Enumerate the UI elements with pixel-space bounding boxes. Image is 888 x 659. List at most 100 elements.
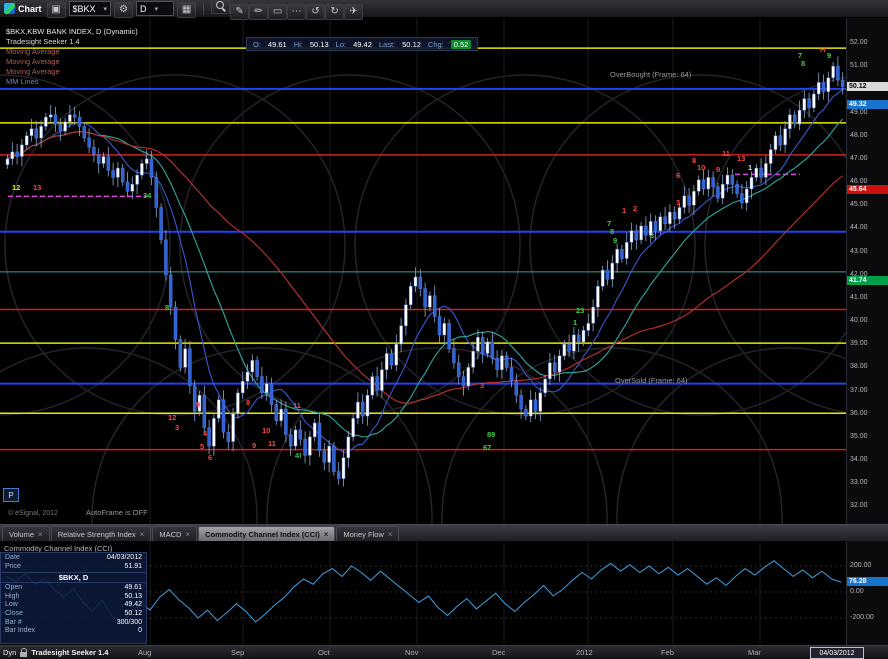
quote-label: Hi:: [293, 39, 303, 49]
toolbar-group-b: ⚙: [114, 0, 134, 18]
tab-label: Relative Strength Index: [57, 529, 136, 539]
main-chart[interactable]: 12 133481239456891011114!389671237891 2336…: [0, 18, 846, 524]
toolbar: Chart ▣ $BKX ▾ ⚙ D ▾ ▦ ✎ ✏ ▭ ⋯ ↺ ↻ ✈: [0, 0, 888, 20]
legend-item: Moving Average: [6, 47, 60, 56]
price-badge: 45.64: [847, 185, 888, 195]
data-window-row: Close 50.12: [5, 609, 142, 617]
quote-bar: O: 49.61 Hi: 50.13 Lo: 49.42 Last: 50.12 Chg: 0.5…: [246, 37, 479, 51]
tab-rsi[interactable]: Relative Strength Index ×: [50, 526, 152, 541]
cci-tick: 200.00: [850, 562, 872, 569]
tab-macd[interactable]: MACD ×: [152, 526, 198, 541]
price-tick: 37.00: [850, 386, 868, 394]
chevron-down-icon[interactable]: ▾: [104, 5, 108, 13]
svg-text:3: 3: [676, 198, 680, 207]
quote-value: 49.42: [353, 39, 372, 49]
symbol-input[interactable]: $BKX ▾: [68, 1, 112, 16]
svg-text:9: 9: [613, 236, 617, 245]
time-axis-label: Dec: [492, 648, 506, 657]
cci-tick: 0.00: [850, 588, 864, 595]
tab-volume[interactable]: Volume ×: [2, 526, 50, 541]
overbought-label: OverBought (Frame: 64): [610, 70, 692, 79]
status-text: Tradesight Seeker 1.4: [31, 648, 109, 657]
quote-value: 50.13: [309, 39, 329, 49]
price-tick: 48.00: [850, 131, 868, 139]
svg-text:1: 1: [748, 163, 752, 172]
svg-text:8: 8: [801, 59, 805, 68]
svg-text:67: 67: [483, 443, 491, 452]
date-badge: 04/03/2012: [810, 647, 864, 659]
price-tick: 43.00: [850, 247, 868, 255]
time-axis-label: Mar: [748, 648, 761, 657]
tab-cci[interactable]: Commodity Channel Index (CCI) ×: [198, 526, 336, 541]
svg-text:6: 6: [676, 171, 680, 180]
p-button[interactable]: P: [3, 488, 19, 502]
chevron-down-icon[interactable]: ▾: [155, 5, 159, 13]
price-tick: 35.00: [850, 432, 868, 440]
chart-style-icon[interactable]: ▦: [177, 2, 197, 18]
svg-text:11: 11: [722, 149, 730, 158]
quote-label: Lo:: [335, 39, 347, 49]
lock-icon[interactable]: [20, 647, 28, 657]
svg-text:23: 23: [576, 306, 584, 315]
svg-text:1: 1: [622, 206, 626, 215]
svg-text:3: 3: [480, 381, 484, 390]
svg-text:9: 9: [196, 400, 200, 409]
data-window: Date 04/03/2012 Price 51.91 $BKX, D Open 49.61…: [0, 552, 147, 644]
time-axis[interactable]: Dyn Tradesight Seeker 1.4 04/03/2012 Aug…: [0, 645, 888, 659]
data-window-row: High 50.13: [5, 592, 142, 600]
svg-text:3: 3: [650, 231, 654, 240]
svg-text:13: 13: [737, 154, 745, 163]
cci-axis[interactable]: 200.00 0.00 -200.00 76.28: [846, 541, 888, 645]
indicator-tabs: Volume × Relative Strength Index × MACD × Comm…: [0, 524, 888, 541]
price-tick: 33.00: [850, 479, 868, 487]
svg-text:10: 10: [262, 426, 270, 435]
chart-title: $BKX,KBW BANK INDEX, D (Dynamic): [6, 27, 138, 36]
tab-money-flow[interactable]: Money Flow ×: [336, 526, 400, 541]
svg-text:11: 11: [293, 401, 301, 410]
svg-text:4!: 4!: [295, 451, 302, 460]
price-tick: 52.00: [850, 39, 868, 46]
data-window-row: Date 04/03/2012: [5, 554, 142, 561]
interval-value: D: [140, 3, 147, 14]
data-window-row: Price 51.91: [5, 562, 142, 570]
data-window-row: Bar #300/300: [5, 618, 142, 626]
price-tick: 46.00: [850, 178, 868, 186]
legend-item: Moving Average: [6, 57, 60, 66]
svg-text:34: 34: [143, 191, 152, 200]
data-window-row: Open 49.61: [5, 584, 142, 592]
toolbar-group-a: ▣: [46, 0, 66, 18]
tab-close-icon[interactable]: ×: [324, 530, 329, 539]
svg-text:1: 1: [573, 318, 577, 327]
svg-text:11: 11: [268, 439, 276, 448]
tab-close-icon[interactable]: ×: [140, 530, 145, 539]
price-tick: 34.00: [850, 456, 868, 464]
dyn-button[interactable]: Dyn: [3, 648, 16, 657]
quote-value: 49.61: [267, 39, 287, 49]
chart-app-icon: [4, 3, 15, 14]
toolbar-group-d: ✎ ✏ ▭ ⋯ ↺ ↻ ✈: [211, 0, 364, 20]
time-axis-label: Aug: [138, 648, 152, 657]
chart-window: Chart ▣ $BKX ▾ ⚙ D ▾ ▦ ✎ ✏ ▭ ⋯ ↺ ↻ ✈ 12 13 34 8 12…: [0, 0, 888, 659]
tab-close-icon[interactable]: ×: [185, 530, 190, 539]
cci-tick: -200.00: [850, 614, 874, 621]
price-tick: 38.00: [850, 363, 868, 371]
toolbar-group-c: ▦: [177, 0, 197, 18]
svg-text:12: 12: [12, 183, 20, 192]
tab-close-icon[interactable]: ×: [388, 530, 393, 539]
zoom-icon[interactable]: [211, 0, 231, 14]
quote-label: Chg:: [427, 39, 444, 49]
chart-legend: $BKX,KBW BANK INDEX, D (Dynamic) Tradesi…: [6, 27, 138, 87]
price-tick: 39.00: [850, 340, 868, 348]
tab-label: MACD: [159, 529, 182, 539]
settings-icon[interactable]: ⚙: [114, 2, 134, 18]
svg-text:8: 8: [246, 398, 250, 407]
window-icon[interactable]: ▣: [46, 2, 66, 18]
svg-text:5: 5: [200, 442, 204, 451]
tab-label: Commodity Channel Index (CCI): [205, 529, 320, 539]
data-window-row: Low 49.42: [5, 601, 142, 609]
time-axis-label: Nov: [405, 648, 419, 657]
interval-input[interactable]: D ▾: [136, 1, 175, 16]
price-axis[interactable]: 52.0051.0050.0049.0048.0047.0046.0045.00…: [846, 18, 888, 524]
legend-item: Tradesight Seeker 1.4: [6, 37, 80, 46]
tab-close-icon[interactable]: ×: [38, 530, 43, 539]
